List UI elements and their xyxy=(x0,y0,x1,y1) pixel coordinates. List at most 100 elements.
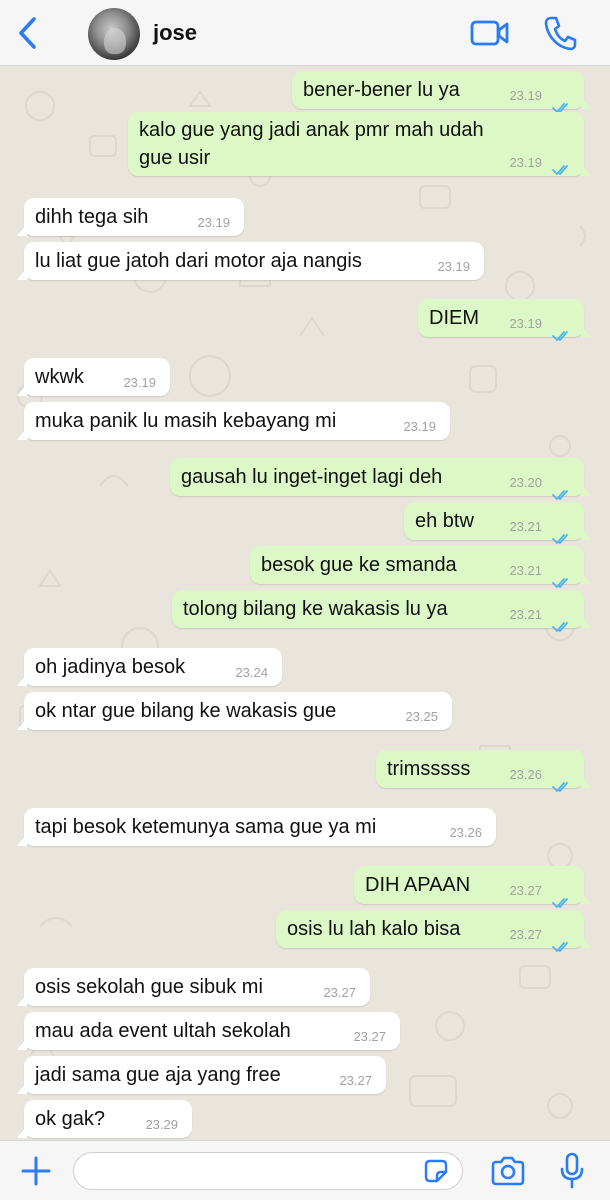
message-timestamp: 23.27 xyxy=(509,883,542,898)
message-text: osis sekolah gue sibuk mi xyxy=(35,976,263,998)
message-text: tapi besok ketemunya sama gue ya mi xyxy=(35,816,377,838)
read-ticks-icon xyxy=(552,928,572,952)
chat-area[interactable]: bener-bener lu ya 23.19 kalo gue yang jadi… xyxy=(0,66,610,1140)
outgoing-message[interactable]: eh btw 23.21 xyxy=(404,502,591,544)
outgoing-message[interactable]: gausah lu inget-inget lagi deh 23.20 xyxy=(170,458,591,500)
bubble-tail xyxy=(581,164,591,176)
outgoing-message[interactable]: osis lu lah kalo bisa 23.27 xyxy=(276,910,591,952)
outgoing-message[interactable]: tolong bilang ke wakasis lu ya 23.21 xyxy=(172,590,591,632)
read-ticks-icon xyxy=(552,317,572,341)
bubble-tail xyxy=(17,224,27,236)
back-button[interactable] xyxy=(14,16,44,50)
bubble-tail xyxy=(581,572,591,584)
bubble-tail xyxy=(17,994,27,1006)
voice-call-button[interactable] xyxy=(543,15,577,51)
bubble-tail xyxy=(17,1038,27,1050)
outgoing-message[interactable]: DIH APAAN 23.27 xyxy=(354,866,591,908)
outgoing-message[interactable]: DIEM 23.19 xyxy=(418,299,591,341)
message-timestamp: 23.21 xyxy=(509,519,542,534)
input-bar xyxy=(0,1140,610,1200)
message-text: mau ada event ultah sekolah xyxy=(35,1020,291,1042)
bubble-tail xyxy=(17,718,27,730)
message-text: ok ntar gue bilang ke wakasis gue xyxy=(35,700,337,722)
incoming-message[interactable]: mau ada event ultah sekolah 23.27 xyxy=(17,1012,400,1050)
read-ticks-icon xyxy=(552,768,572,792)
phone-icon xyxy=(544,16,577,51)
message-timestamp: 23.25 xyxy=(405,709,438,724)
message-text: oh jadinya besok xyxy=(35,656,186,678)
contact-name[interactable]: jose xyxy=(153,20,197,46)
camera-icon xyxy=(491,1156,525,1186)
message-text: ok gak? xyxy=(35,1108,106,1130)
message-text: dihh tega sih xyxy=(35,206,149,228)
message-timestamp: 23.19 xyxy=(509,155,542,170)
incoming-message[interactable]: muka panik lu masih kebayang mi 23.19 xyxy=(17,402,450,440)
message-text: gausah lu inget-inget lagi deh xyxy=(181,466,443,488)
outgoing-message[interactable]: besok gue ke smanda 23.21 xyxy=(250,546,591,588)
message-timestamp: 23.26 xyxy=(509,767,542,782)
message-timestamp: 23.20 xyxy=(509,475,542,490)
incoming-message[interactable]: tapi besok ketemunya sama gue ya mi 23.26 xyxy=(17,808,496,846)
bubble-tail xyxy=(581,528,591,540)
bubble-tail xyxy=(581,616,591,628)
bubble-tail xyxy=(581,97,591,109)
incoming-message[interactable]: dihh tega sih 23.19 xyxy=(17,198,244,236)
message-text: osis lu lah kalo bisa xyxy=(287,918,461,940)
message-text: eh btw xyxy=(415,510,474,532)
outgoing-message[interactable]: kalo gue yang jadi anak pmr mah udah gue… xyxy=(128,112,591,176)
message-timestamp: 23.27 xyxy=(323,985,356,1000)
bubble-tail xyxy=(581,892,591,904)
incoming-message[interactable]: ok ntar gue bilang ke wakasis gue 23.25 xyxy=(17,692,452,730)
bubble-tail xyxy=(17,268,27,280)
bubble-tail xyxy=(17,674,27,686)
message-timestamp: 23.29 xyxy=(145,1117,178,1132)
incoming-message[interactable]: osis sekolah gue sibuk mi 23.27 xyxy=(17,968,370,1006)
read-ticks-icon xyxy=(552,156,572,175)
bubble-tail xyxy=(581,776,591,788)
microphone-button[interactable] xyxy=(559,1152,585,1190)
chevron-left-icon xyxy=(19,17,36,49)
message-text: lu liat gue jatoh dari motor aja nangis xyxy=(35,250,362,272)
outgoing-message[interactable]: trimsssss 23.26 xyxy=(376,750,591,792)
message-text: jadi sama gue aja yang free xyxy=(35,1064,281,1086)
bubble-tail xyxy=(581,936,591,948)
read-ticks-icon xyxy=(552,608,572,632)
microphone-icon xyxy=(560,1152,584,1189)
read-ticks-icon xyxy=(552,564,572,588)
sticker-icon xyxy=(424,1159,448,1183)
sticker-button[interactable] xyxy=(423,1158,449,1184)
message-timestamp: 23.27 xyxy=(339,1073,372,1088)
message-text: bener-bener lu ya xyxy=(303,79,460,101)
bubble-tail xyxy=(17,834,27,846)
incoming-message[interactable]: ok gak? 23.29 xyxy=(17,1100,192,1138)
video-call-button[interactable] xyxy=(470,17,510,49)
avatar[interactable] xyxy=(88,8,140,60)
incoming-message[interactable]: lu liat gue jatoh dari motor aja nangis 2… xyxy=(17,242,484,280)
message-input[interactable] xyxy=(73,1152,463,1190)
message-timestamp: 23.19 xyxy=(509,88,542,103)
bubble-tail xyxy=(581,484,591,496)
message-timestamp: 23.19 xyxy=(437,259,470,274)
camera-button[interactable] xyxy=(490,1155,526,1187)
message-timestamp: 23.21 xyxy=(509,607,542,622)
message-timestamp: 23.19 xyxy=(509,316,542,331)
attach-button[interactable] xyxy=(20,1155,52,1187)
outgoing-message[interactable]: bener-bener lu ya 23.19 xyxy=(292,71,591,113)
plus-icon xyxy=(21,1156,51,1186)
message-text: tolong bilang ke wakasis lu ya xyxy=(183,598,448,620)
message-timestamp: 23.21 xyxy=(509,563,542,578)
read-ticks-icon xyxy=(552,520,572,544)
incoming-message[interactable]: wkwk 23.19 xyxy=(17,358,170,396)
bubble-tail xyxy=(17,1126,27,1138)
message-text: besok gue ke smanda xyxy=(261,554,457,576)
message-text: muka panik lu masih kebayang mi xyxy=(35,410,337,432)
bubble-tail xyxy=(17,384,27,396)
bubble-tail xyxy=(581,325,591,337)
bubble-tail xyxy=(17,1082,27,1094)
read-ticks-icon xyxy=(552,884,572,908)
chat-header: jose xyxy=(0,0,610,66)
message-timestamp: 23.19 xyxy=(123,375,156,390)
message-text: wkwk xyxy=(35,366,84,388)
incoming-message[interactable]: jadi sama gue aja yang free 23.27 xyxy=(17,1056,386,1094)
incoming-message[interactable]: oh jadinya besok 23.24 xyxy=(17,648,282,686)
